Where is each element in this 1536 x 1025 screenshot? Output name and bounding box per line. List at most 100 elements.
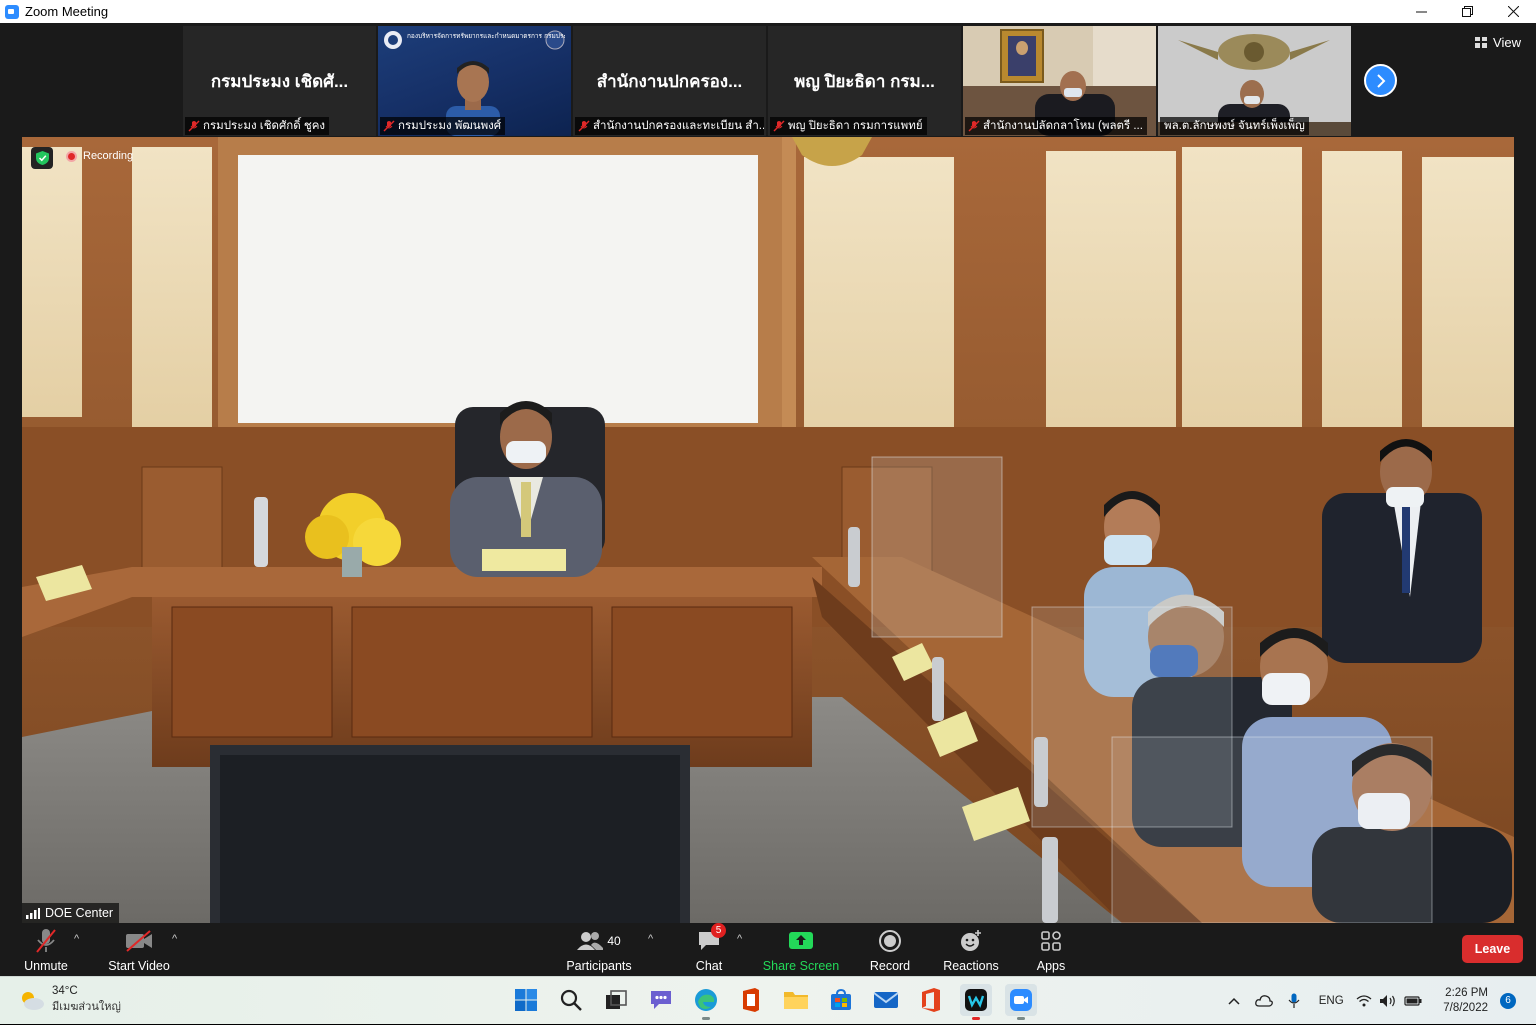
- start-video-button[interactable]: Start Video: [106, 927, 172, 973]
- zoom-app-icon: [5, 4, 19, 19]
- mic-muted-icon: [578, 120, 590, 132]
- recording-indicator[interactable]: Recording: [66, 150, 133, 162]
- store-icon: [831, 988, 851, 1010]
- participant-name: กรมประมง เชิดศักดิ์ ชูคง: [203, 120, 326, 132]
- participant-label: กรมประมง พัฒนพงศ์: [380, 117, 506, 135]
- recording-dot-icon: [66, 150, 77, 162]
- chevron-up-icon: [1228, 997, 1240, 1005]
- windows-taskbar: 34°C มีเมฆส่วนใหญ่ ENG 2:26 PM 7/8/2022 …: [0, 976, 1536, 1024]
- webex-button[interactable]: [960, 984, 992, 1020]
- participant-strip: กรมประมง เชิดศั... กรมประมง เชิดศักดิ์ ช…: [183, 26, 1351, 136]
- speaker-name: DOE Center: [45, 906, 114, 920]
- participant-tile[interactable]: กองบริหารจัดการทรัพยากรและกำหนดมาตรการ ก…: [378, 26, 571, 136]
- participant-tile[interactable]: พล.ต.ลักษพงษ์ จันทร์เพ็งเพ็ญ: [1158, 26, 1351, 136]
- office-button[interactable]: [915, 984, 947, 1016]
- reactions-button[interactable]: Reactions: [942, 927, 1000, 973]
- next-page-button[interactable]: [1364, 64, 1397, 97]
- participant-tile[interactable]: สำนักงานปลัดกลาโหม (พลตรี ...: [963, 26, 1156, 136]
- video-options-caret-icon[interactable]: ^: [172, 933, 177, 945]
- audio-options-caret-icon[interactable]: ^: [74, 933, 79, 945]
- minimize-icon: [1415, 11, 1427, 13]
- show-hidden-icons-button[interactable]: [1219, 997, 1249, 1005]
- participants-button[interactable]: 40 Participants: [566, 927, 632, 973]
- record-icon: [879, 930, 901, 952]
- apps-label: Apps: [1036, 959, 1066, 973]
- participant-display-name: พญ ปิยะธิดา กรม...: [794, 72, 935, 91]
- mic-muted-icon: [773, 120, 785, 132]
- start-video-label: Start Video: [108, 959, 170, 973]
- view-button[interactable]: View: [1475, 35, 1521, 50]
- meeting-toolbar: Unmute ^ Start Video ^ 40 Participants ^…: [0, 923, 1536, 976]
- system-tray: ENG 2:26 PM 7/8/2022 6: [1219, 977, 1536, 1025]
- wifi-icon: [1356, 995, 1372, 1007]
- share-screen-button[interactable]: Share Screen: [762, 927, 840, 973]
- record-label: Record: [869, 959, 911, 973]
- file-explorer-button[interactable]: [780, 984, 812, 1016]
- clock-button[interactable]: 2:26 PM 7/8/2022: [1443, 986, 1488, 1016]
- start-button[interactable]: [510, 984, 542, 1016]
- chat-button[interactable]: 5 Chat: [690, 923, 728, 973]
- active-speaker-video[interactable]: Recording DOE Center: [22, 137, 1514, 923]
- office-app-button[interactable]: [735, 984, 767, 1016]
- participant-name: สำนักงานปกครองและทะเบียน สำ...: [593, 120, 764, 132]
- mail-button[interactable]: [870, 984, 902, 1016]
- battery-button[interactable]: [1401, 995, 1425, 1007]
- participant-display-name: สำนักงานปกครอง...: [596, 72, 743, 91]
- zoom-icon: [1010, 989, 1032, 1011]
- participant-name: พล.ต.ลักษพงษ์ จันทร์เพ็งเพ็ญ: [1164, 120, 1305, 132]
- participants-options-caret-icon[interactable]: ^: [648, 933, 653, 945]
- grid-view-icon: [1475, 37, 1488, 48]
- mic-muted-icon: [383, 120, 395, 132]
- microsoft-store-button[interactable]: [825, 984, 857, 1016]
- microphone-icon: [1288, 993, 1300, 1008]
- office-icon: [743, 988, 759, 1012]
- participant-tile[interactable]: พญ ปิยะธิดา กรม... พญ ปิยะธิดา กรมการแพท…: [768, 26, 961, 136]
- notification-badge[interactable]: 6: [1500, 993, 1516, 1009]
- reactions-label: Reactions: [943, 959, 999, 973]
- participant-label: พล.ต.ลักษพงษ์ จันทร์เพ็งเพ็ญ: [1160, 117, 1309, 135]
- volume-button[interactable]: [1375, 994, 1401, 1008]
- participants-icon: [577, 932, 604, 950]
- participants-count: 40: [607, 934, 621, 948]
- microphone-tray-button[interactable]: [1279, 993, 1309, 1009]
- teams-chat-icon: [651, 991, 671, 1009]
- input-language-button[interactable]: ENG: [1309, 995, 1353, 1007]
- leave-button[interactable]: Leave: [1462, 935, 1523, 963]
- edge-browser-button[interactable]: [690, 984, 722, 1020]
- participants-label: Participants: [566, 959, 632, 973]
- participant-name: พญ ปิยะธิดา กรมการแพทย์: [788, 120, 923, 132]
- speaker-name-label: DOE Center: [22, 903, 120, 923]
- zoom-taskbar-button[interactable]: [1005, 984, 1037, 1020]
- apps-icon: [1041, 931, 1061, 951]
- maximize-button[interactable]: [1444, 0, 1490, 23]
- minimize-button[interactable]: [1398, 0, 1444, 23]
- weather-widget[interactable]: 34°C มีเมฆส่วนใหญ่: [18, 985, 121, 1015]
- chat-options-caret-icon[interactable]: ^: [737, 933, 742, 945]
- wifi-button[interactable]: [1353, 995, 1375, 1007]
- apps-button[interactable]: Apps: [1034, 927, 1068, 973]
- search-button[interactable]: [555, 984, 587, 1016]
- clock-date: 7/8/2022: [1443, 1002, 1488, 1014]
- running-indicator: [702, 1017, 710, 1020]
- teams-chat-button[interactable]: [645, 984, 677, 1016]
- battery-charging-icon: [1404, 996, 1422, 1006]
- clock-time: 2:26 PM: [1445, 987, 1488, 999]
- taskbar-pinned-apps: [510, 984, 1037, 1020]
- partly-cloudy-icon: [22, 992, 44, 1010]
- record-button[interactable]: Record: [868, 927, 912, 973]
- participant-tile[interactable]: สำนักงานปกครอง... สำนักงานปกครองและทะเบี…: [573, 26, 766, 136]
- mic-muted-icon: [968, 120, 980, 132]
- security-shield-button[interactable]: [31, 147, 53, 169]
- reactions-icon: [961, 930, 981, 951]
- onedrive-button[interactable]: [1249, 994, 1279, 1008]
- close-button[interactable]: [1490, 0, 1536, 23]
- unmute-button[interactable]: Unmute: [22, 927, 70, 973]
- participant-label: สำนักงานปลัดกลาโหม (พลตรี ...: [965, 117, 1147, 135]
- banner-text: กองบริหารจัดการทรัพยากรและกำหนดมาตรการ ก…: [407, 32, 565, 40]
- share-screen-label: Share Screen: [762, 959, 840, 973]
- speaker-icon: [1380, 995, 1396, 1007]
- folder-icon: [784, 992, 808, 1009]
- participant-tile[interactable]: กรมประมง เชิดศั... กรมประมง เชิดศักดิ์ ช…: [183, 26, 376, 136]
- windows-start-icon: [515, 989, 537, 1011]
- task-view-button[interactable]: [600, 984, 632, 1016]
